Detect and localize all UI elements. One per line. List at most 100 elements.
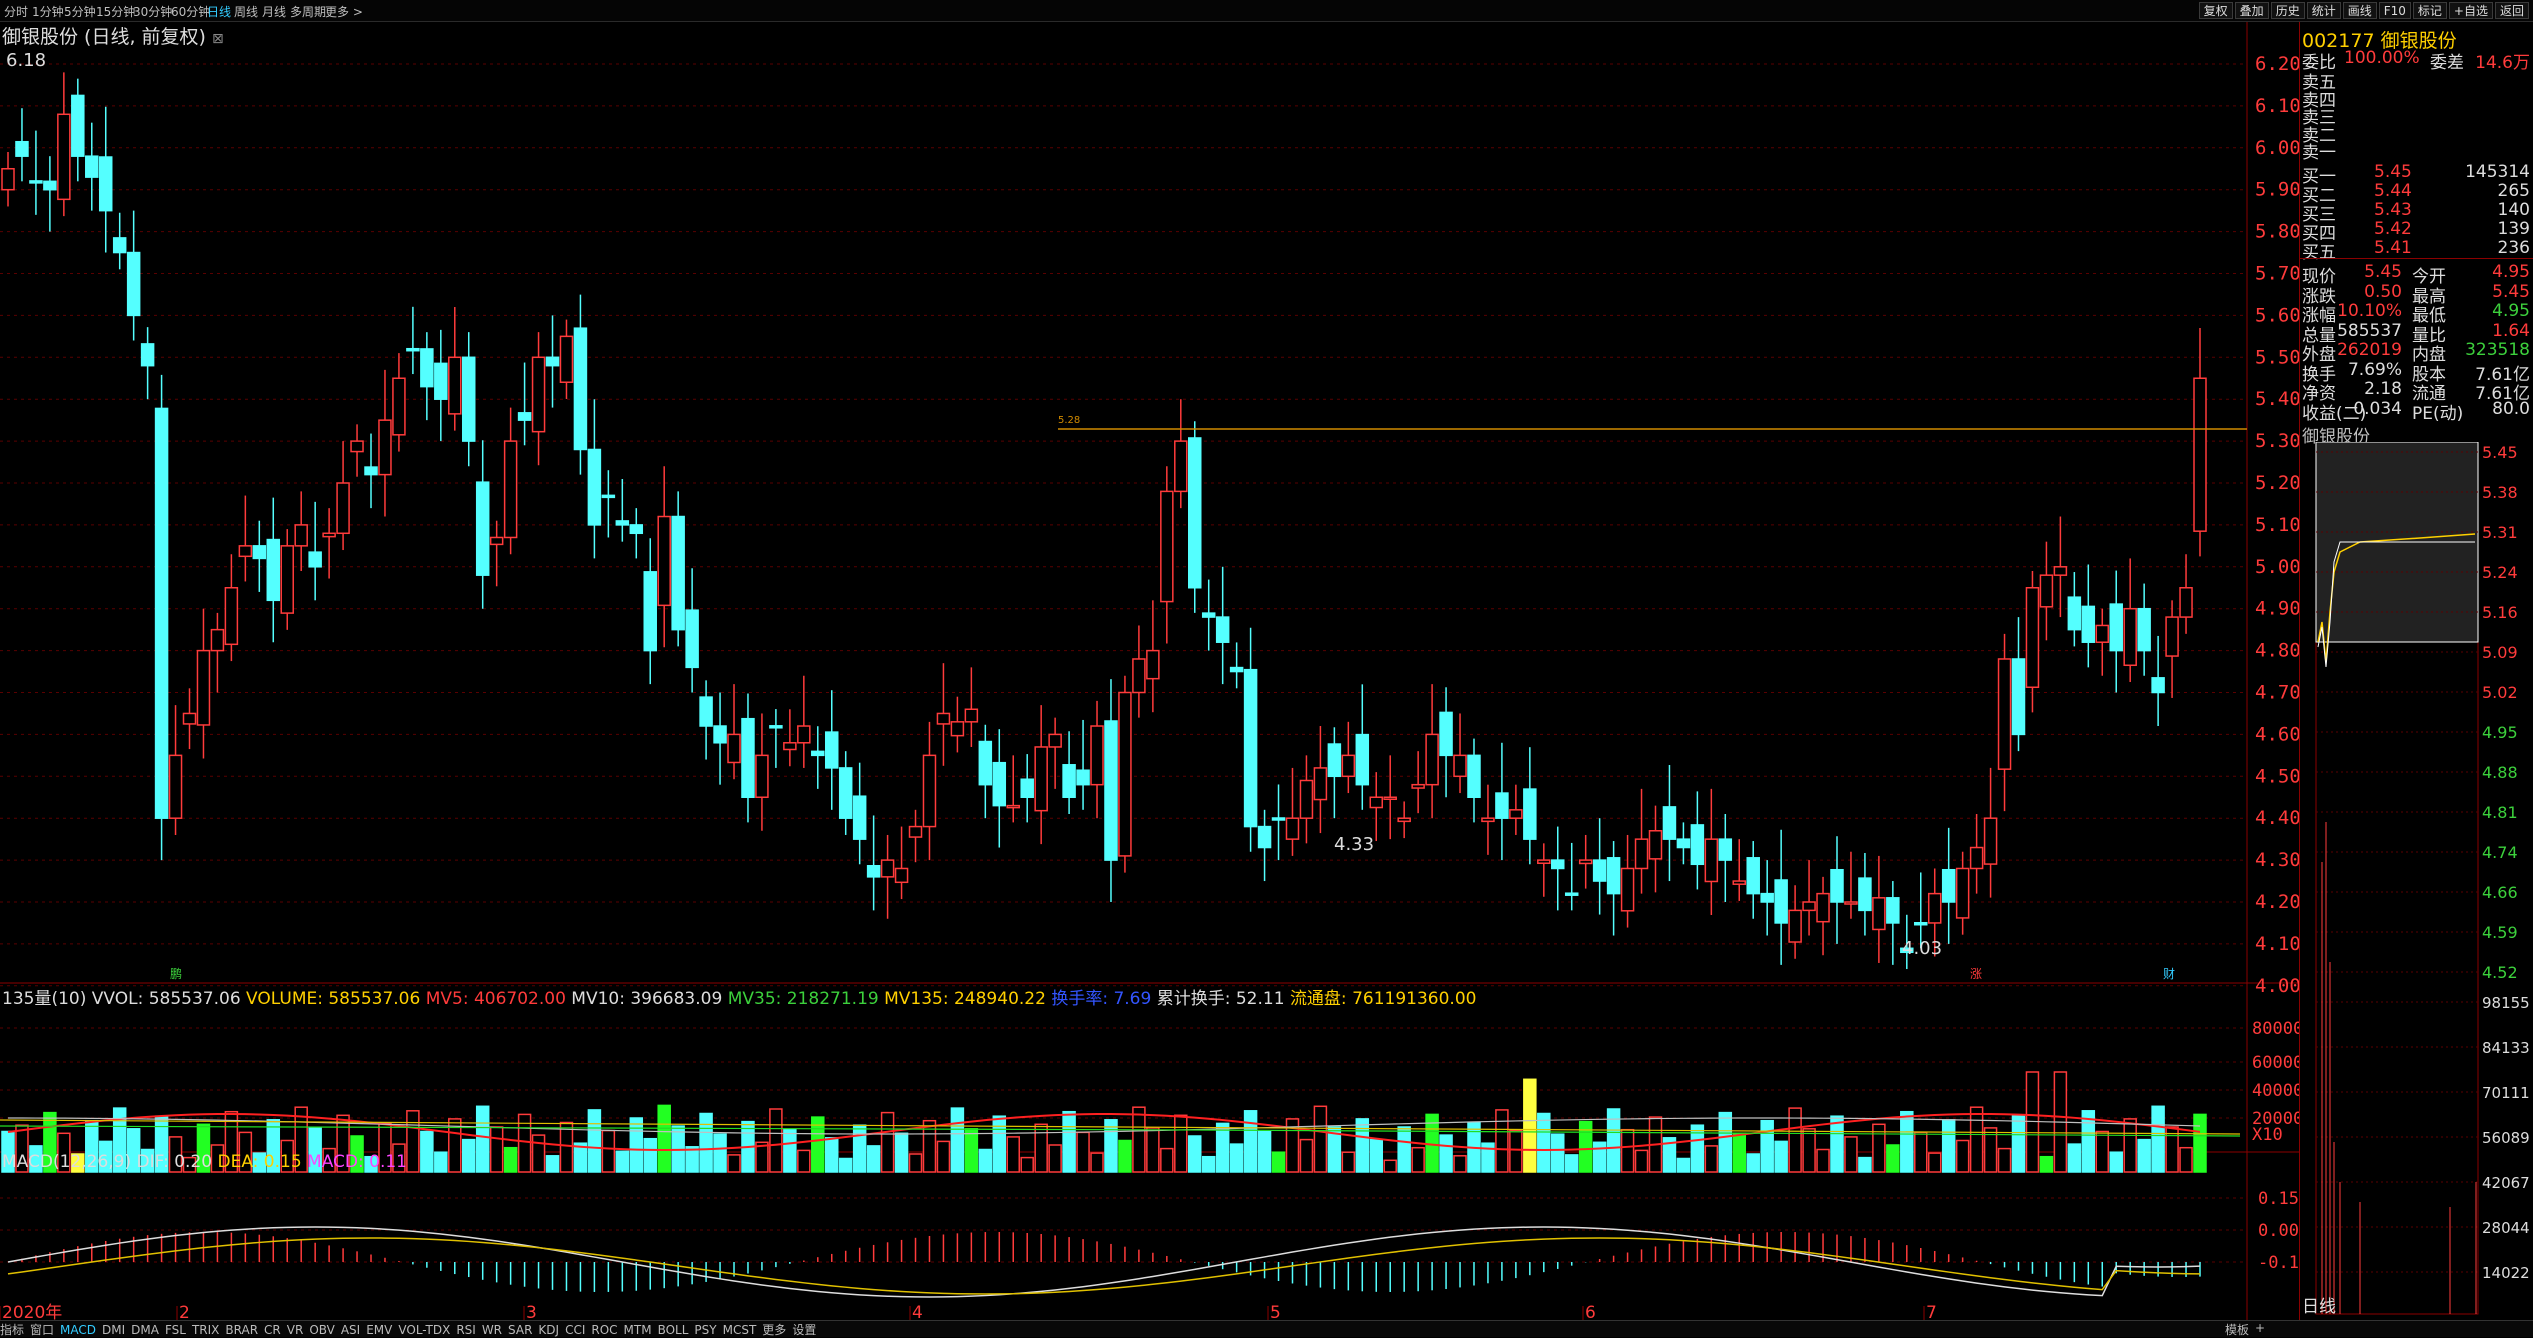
indicator-tab-15[interactable]: WR [482, 1323, 502, 1337]
tab-weekly[interactable]: 周线 [234, 3, 258, 20]
candle-body [1551, 859, 1565, 870]
indicator-tab-9[interactable]: VR [287, 1323, 304, 1337]
mark-button[interactable]: 标记 [2412, 2, 2447, 19]
candle-body [783, 742, 797, 751]
back-button[interactable]: 返回 [2494, 2, 2529, 19]
indicator-tab-20[interactable]: MTM [624, 1323, 652, 1337]
indicator-tab-24[interactable]: 更多 [762, 1323, 786, 1337]
bottom-right-button-1[interactable]: + [2255, 1321, 2265, 1335]
candle-body [1118, 691, 1132, 857]
mini-price-label: 4.95 [2482, 723, 2518, 742]
indicator-tab-18[interactable]: CCI [565, 1323, 585, 1337]
buy-price: 5.44 [2374, 181, 2412, 201]
stat-row: 现价 5.45 今开 4.95 [2302, 262, 2530, 287]
indicator-tab-0[interactable]: 指标 [0, 1323, 24, 1337]
tab-daily[interactable]: 日线 [207, 3, 231, 20]
tab-1min[interactable]: 1分钟 [32, 3, 64, 20]
candle-body [1132, 658, 1146, 694]
volume-bar [1578, 1120, 1593, 1173]
indicator-tab-12[interactable]: EMV [366, 1323, 392, 1337]
draw-line-button[interactable]: 画线 [2342, 2, 2377, 19]
overlay-button[interactable]: 叠加 [2234, 2, 2269, 19]
indicator-tab-2[interactable]: MACD [60, 1323, 96, 1337]
history-button[interactable]: 历史 [2270, 2, 2305, 19]
volume-bar [1551, 1133, 1565, 1173]
candle-body [1020, 778, 1034, 798]
bottom-right-button-0[interactable]: 模板 [2225, 1321, 2249, 1338]
price-axis: 6.20 6.10 6.00 5.90 5.80 5.70 5.60 5.50 5.40 5.30… [2252, 53, 2299, 1273]
volume-bar [406, 1110, 420, 1173]
tab-5min[interactable]: 5分钟 [64, 3, 96, 20]
volume-bar [838, 1157, 853, 1173]
candle-body [43, 180, 57, 191]
candle-body [755, 754, 769, 798]
volume-value: VOLUME: 585537.06 [246, 989, 421, 1009]
candle-body [2109, 603, 2123, 652]
indicator-tab-11[interactable]: ASI [341, 1323, 360, 1337]
volume-bar [1732, 1132, 1747, 1173]
indicator-tab-5[interactable]: FSL [165, 1323, 186, 1337]
candle-body [1592, 859, 1607, 882]
indicator-tab-7[interactable]: BRAR [225, 1323, 258, 1337]
f10-button[interactable]: F10 [2378, 2, 2411, 19]
candle-body [1104, 720, 1118, 861]
sell-label: 卖一 [2302, 143, 2336, 163]
candle-body [671, 515, 685, 631]
mini-price-label: 4.59 [2482, 923, 2518, 942]
indicator-tab-4[interactable]: DMA [131, 1323, 159, 1337]
mv135-value: MV135: 248940.22 [884, 989, 1046, 1009]
fuquan-button[interactable]: 复权 [2198, 2, 2233, 19]
mini-intraday-chart[interactable]: 5.45 5.38 5.31 5.24 5.16 5.09 5.02 4.95 4.88 4.81… [2300, 442, 2533, 1320]
tab-15min[interactable]: 15分钟 [96, 3, 135, 20]
indicator-tab-16[interactable]: SAR [508, 1323, 532, 1337]
indicator-tab-3[interactable]: DMI [102, 1323, 125, 1337]
indicator-tabs-bar: 指标 窗口 MACD DMI DMA FSL TRIX BRAR CR VR OBV ASI EMV VO… [0, 1320, 2533, 1337]
indicator-tab-10[interactable]: OBV [309, 1323, 335, 1337]
candle-body [1941, 868, 1956, 903]
candle-body [2123, 607, 2137, 667]
tab-monthly[interactable]: 月线 [262, 3, 286, 20]
volume-bar [992, 1115, 1007, 1173]
low-label-1: 4.33 [1334, 834, 1374, 855]
candle-body [210, 628, 225, 652]
buy-volume: 265 [2497, 181, 2530, 201]
volume-bar [1816, 1148, 1830, 1173]
volume-bar [1146, 1127, 1160, 1173]
indicator-tab-19[interactable]: ROC [591, 1323, 617, 1337]
stat-value: 10.10% [2337, 301, 2402, 321]
indicator-tab-6[interactable]: TRIX [192, 1323, 219, 1337]
volume-bar [1048, 1144, 1062, 1173]
tab-more[interactable]: 更多 > [325, 3, 363, 20]
candle-body [364, 466, 378, 476]
stat-row: 总量 585537 量比 1.64 [2302, 321, 2530, 346]
indicator-tab-22[interactable]: PSY [694, 1323, 716, 1337]
x-axis-label: 2020年 [2, 1303, 62, 1320]
candle-body [1774, 879, 1788, 924]
event-badge-1: 鹏 [170, 967, 182, 981]
candle-body [824, 731, 839, 769]
indicator-tab-23[interactable]: MCST [723, 1323, 757, 1337]
volume-bar [1090, 1152, 1104, 1173]
tab-fenshi[interactable]: 分时 [4, 3, 28, 20]
indicator-tab-21[interactable]: BOLL [658, 1323, 689, 1337]
candle-body [880, 859, 895, 878]
mini-vol-label: 28044 [2482, 1219, 2530, 1237]
add-watchlist-button[interactable]: +自选 [2448, 2, 2493, 19]
tab-30min[interactable]: 30分钟 [133, 3, 172, 20]
volume-bar [1844, 1136, 1858, 1173]
indicator-tab-25[interactable]: 设置 [792, 1323, 816, 1337]
tab-60min[interactable]: 60分钟 [171, 3, 210, 20]
stats-button[interactable]: 统计 [2306, 2, 2341, 19]
candlesticks [1, 72, 2207, 970]
buy-volume: 145314 [2465, 162, 2530, 182]
tab-multi[interactable]: 多周期 [290, 3, 326, 20]
indicator-tab-8[interactable]: CR [264, 1323, 281, 1337]
kline-chart[interactable]: 6.20 6.10 6.00 5.90 5.80 5.70 5.60 5.50 5.40 5.30… [0, 22, 2299, 1320]
indicator-tab-17[interactable]: KDJ [538, 1323, 559, 1337]
candle-body [727, 733, 741, 764]
mini-price-label: 5.02 [2482, 683, 2518, 702]
indicator-tab-14[interactable]: RSI [456, 1323, 476, 1337]
mini-price-label: 5.09 [2482, 643, 2518, 662]
indicator-tab-1[interactable]: 窗口 [30, 1323, 54, 1337]
indicator-tab-13[interactable]: VOL-TDX [398, 1323, 450, 1337]
